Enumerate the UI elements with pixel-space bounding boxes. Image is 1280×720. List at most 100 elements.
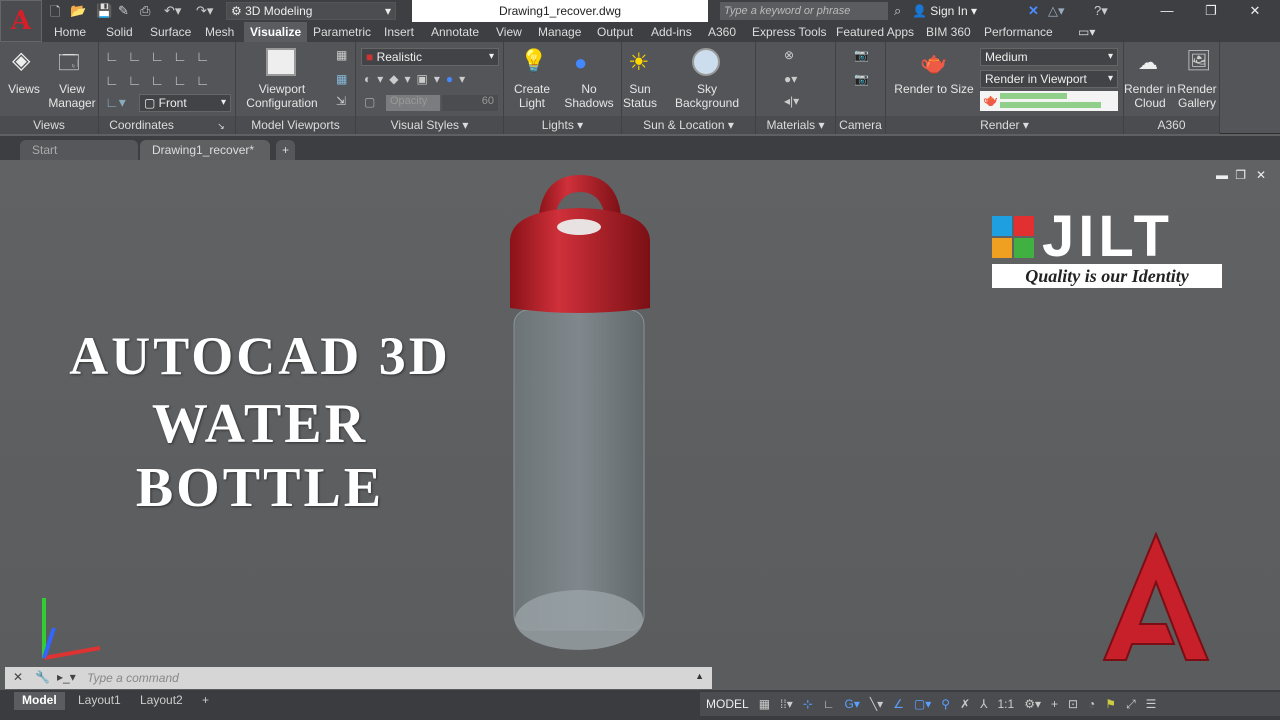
create-light-button[interactable]: Create Light (510, 82, 554, 110)
ucs-icon[interactable]: ∟▾ (105, 94, 126, 111)
isolate-objects-icon[interactable]: ◔ (1088, 697, 1095, 711)
named-viewports-icon[interactable]: ▦ (336, 48, 347, 62)
autodesk-360-icon[interactable]: △▾ (1048, 3, 1065, 19)
object-snap-icon[interactable]: ▢▾ (914, 697, 931, 711)
tab-home[interactable]: Home (54, 25, 86, 39)
tab-featured-apps[interactable]: Featured Apps (836, 25, 914, 39)
xray-icon[interactable]: ▢ (364, 95, 375, 109)
redo-icon[interactable]: ↷▾ (196, 3, 213, 19)
sign-in-button[interactable]: 👤 Sign In ▾ (912, 4, 977, 18)
workspace-gear-icon[interactable]: ⚙▾ (1024, 697, 1041, 711)
views-button[interactable]: Views (6, 82, 42, 96)
search-input[interactable]: Type a keyword or phrase (720, 2, 888, 20)
layout-tab-layout1[interactable]: Layout1 (70, 692, 129, 710)
annotation-scale-value[interactable]: 1:1 (998, 697, 1015, 711)
exchange-icon[interactable]: ✕ (1028, 3, 1039, 19)
tab-output[interactable]: Output (597, 25, 633, 39)
tab-express-tools[interactable]: Express Tools (752, 25, 826, 39)
clean-screen-icon[interactable]: ⤢ (1126, 697, 1136, 712)
no-shadows-button[interactable]: No Shadows (564, 82, 614, 110)
ucs-icons-row1[interactable]: ∟∟∟∟∟ (105, 48, 219, 64)
tab-solid[interactable]: Solid (106, 25, 133, 39)
application-menu-button[interactable]: A (0, 0, 42, 42)
view-manager-button[interactable]: View Manager (46, 82, 98, 110)
minimize-button[interactable]: — (1152, 3, 1182, 18)
binoculars-icon[interactable]: ⌕ (894, 3, 901, 19)
viewport-minimize-icon[interactable]: ▬ (1216, 168, 1228, 182)
render-gallery-button[interactable]: Render Gallery (1174, 82, 1220, 110)
layout-tab-model[interactable]: Model (14, 692, 65, 710)
visual-style-dropdown[interactable]: ■ Realistic (361, 48, 499, 66)
snap-icon[interactable]: ⁞⁞▾ (780, 697, 793, 711)
viewport-layout-icon[interactable]: ▦ (336, 72, 347, 86)
material-sphere-icon[interactable]: ●▾ (784, 72, 797, 86)
doc-tab-drawing[interactable]: Drawing1_recover* ✕ (140, 140, 270, 171)
command-input[interactable]: Type a command (87, 671, 179, 685)
save-as-icon[interactable]: ✎ (118, 3, 129, 19)
customize-command-icon[interactable]: 🔧 (35, 670, 50, 684)
isodraft-icon[interactable]: ╲▾ (870, 697, 883, 711)
render-in-cloud-button[interactable]: Render in Cloud (1124, 82, 1176, 110)
opacity-slider[interactable]: Opacity (386, 95, 440, 111)
tab-surface[interactable]: Surface (150, 25, 191, 39)
command-line[interactable]: ✕ 🔧 ▸_▾ Type a command ▲ (5, 667, 712, 689)
polar-tracking-icon[interactable]: G▾ (845, 697, 860, 711)
tab-insert[interactable]: Insert (384, 25, 414, 39)
annotation-scale-icon[interactable]: ⅄ (980, 697, 987, 711)
sky-background-button[interactable]: Sky Background (664, 82, 750, 110)
new-tab-button[interactable]: + (276, 140, 296, 160)
tab-visualize[interactable]: Visualize (244, 22, 308, 43)
undo-icon[interactable]: ↶▾ (164, 3, 181, 19)
materials-browser-icon[interactable]: ⊗ (784, 48, 794, 62)
add-layout-button[interactable]: + (194, 692, 217, 710)
save-icon[interactable]: 💾 (96, 3, 112, 19)
print-icon[interactable]: ⎙ (140, 3, 150, 19)
command-history-icon[interactable]: ▲ (695, 671, 704, 681)
viewport-configuration-button[interactable]: Viewport Configuration (238, 82, 326, 110)
drawing-viewport[interactable]: ▬ ❐ ✕ AUTOCAD 3D WATER BOTTLE JILT Quali… (0, 160, 1280, 690)
tab-mesh[interactable]: Mesh (205, 25, 234, 39)
help-icon[interactable]: ?▾ (1094, 3, 1108, 19)
tab-view[interactable]: View (496, 25, 522, 39)
open-file-icon[interactable]: 📂 (70, 3, 86, 19)
close-button[interactable]: ✕ (1240, 3, 1270, 19)
ortho-icon[interactable]: ∟ (823, 697, 835, 711)
render-quality-dropdown[interactable]: Medium (980, 48, 1118, 66)
units-icon[interactable]: ⊡ (1068, 697, 1078, 711)
sun-status-button[interactable]: Sun Status (622, 82, 658, 110)
tab-a360[interactable]: A360 (708, 25, 736, 39)
restore-button[interactable]: ❐ (1196, 3, 1226, 19)
customization-menu-icon[interactable]: ☰ (1146, 697, 1157, 711)
annotation-visibility-icon[interactable]: ⚲ (941, 697, 950, 711)
view-select-dropdown[interactable]: ▢ Front (139, 94, 231, 112)
tab-manage[interactable]: Manage (538, 25, 581, 39)
material-mapping-icon[interactable]: ◂|▾ (784, 94, 799, 108)
command-prompt-icon[interactable]: ▸_▾ (57, 670, 76, 684)
infer-constraints-icon[interactable]: ⊹ (803, 697, 813, 711)
tab-performance[interactable]: Performance (984, 25, 1053, 39)
ribbon-options-icon[interactable]: ▭▾ (1078, 25, 1095, 39)
visual-style-tools-icons[interactable]: ◐▾◆▾▣▾●▾ (364, 72, 471, 86)
tab-add-ins[interactable]: Add-ins (651, 25, 692, 39)
model-space-button[interactable]: MODEL (706, 697, 749, 711)
layout-tab-layout2[interactable]: Layout2 (132, 692, 191, 710)
grid-icon[interactable]: ▦ (759, 697, 770, 711)
auto-scale-icon[interactable]: ✗ (960, 697, 970, 711)
render-target-dropdown[interactable]: Render in Viewport (980, 70, 1118, 88)
create-camera-icon[interactable]: 📷 (854, 48, 869, 62)
annotation-monitor-icon[interactable]: + (1051, 697, 1058, 711)
viewport-close-icon[interactable]: ✕ (1256, 168, 1266, 182)
close-command-icon[interactable]: ✕ (13, 670, 23, 684)
object-snap-tracking-icon[interactable]: ∠ (893, 697, 904, 711)
tab-parametric[interactable]: Parametric (313, 25, 371, 39)
tab-annotate[interactable]: Annotate (431, 25, 479, 39)
hardware-acceleration-icon[interactable]: ⚑ (1105, 697, 1116, 711)
doc-tab-start[interactable]: Start (20, 140, 138, 160)
restore-viewport-icon[interactable]: ⇲ (336, 94, 346, 108)
render-to-size-button[interactable]: Render to Size (892, 82, 976, 96)
opacity-value[interactable]: 60 (442, 95, 498, 111)
ucs-icons-row2[interactable]: ∟∟∟∟∟ (105, 72, 219, 88)
viewport-restore-icon[interactable]: ❐ (1235, 168, 1246, 182)
camera-icon[interactable]: 📷 (854, 72, 869, 86)
workspace-dropdown[interactable]: ⚙ 3D Modeling ▾ (226, 2, 396, 20)
